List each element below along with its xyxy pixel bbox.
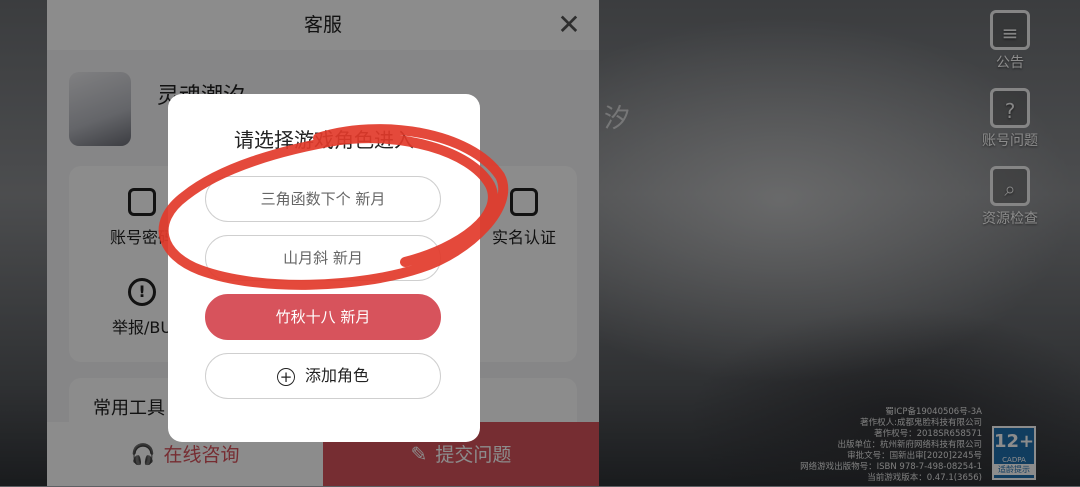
role-option-selected[interactable]: 竹秋十八 新月 (205, 294, 441, 340)
add-role-button[interactable]: + 添加角色 (205, 353, 441, 399)
plus-circle-icon: + (276, 367, 295, 386)
role-select-dialog: 请选择游戏角色进入 三角函数下个 新月 山月斜 新月 竹秋十八 新月 + 添加角色 (168, 94, 480, 442)
role-option[interactable]: 山月斜 新月 (205, 235, 441, 281)
role-option[interactable]: 三角函数下个 新月 (205, 176, 441, 222)
modal-overlay[interactable] (0, 0, 1080, 486)
dialog-title: 请选择游戏角色进入 (234, 128, 414, 152)
add-role-label: 添加角色 (304, 366, 369, 385)
